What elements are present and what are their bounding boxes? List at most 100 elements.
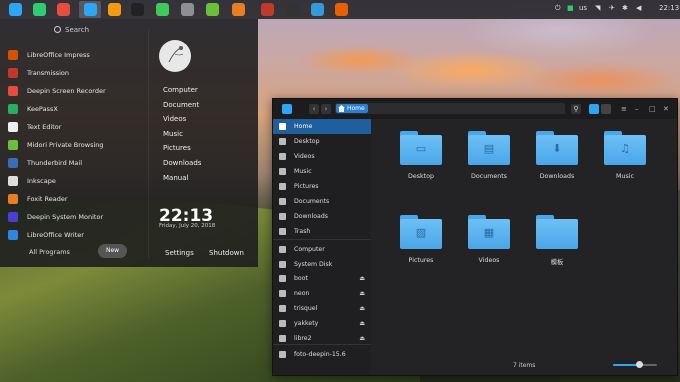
zoom-slider-handle[interactable] — [635, 361, 643, 368]
sidebar-item-label: Documents — [294, 198, 330, 205]
sidebar-item-music[interactable]: Music — [273, 164, 371, 179]
folder-item[interactable]: ⬇ Downloads — [531, 131, 583, 180]
app-icon — [8, 86, 18, 96]
file-manager-dock-icon[interactable] — [84, 3, 97, 16]
folder-glyph-icon — [550, 227, 564, 239]
vm-icon[interactable] — [311, 3, 324, 16]
shutdown-button[interactable]: Shutdown — [209, 249, 244, 257]
forward-button[interactable]: › — [321, 104, 331, 114]
eject-icon[interactable]: ⏏ — [359, 320, 365, 327]
search-button[interactable]: ⚲ — [571, 104, 581, 114]
zoom-slider[interactable] — [613, 361, 657, 368]
folder-icon: ⬇ — [536, 131, 578, 165]
launcher-app-item[interactable]: Transmission — [8, 64, 148, 82]
search-input[interactable]: Search — [54, 26, 89, 34]
folder-item[interactable]: ▭ Desktop — [395, 131, 447, 180]
firefox-icon[interactable] — [335, 3, 348, 16]
screenshot-icon[interactable] — [57, 3, 70, 16]
sidebar-item-downloads[interactable]: Downloads — [273, 209, 371, 224]
place-computer[interactable]: Computer — [163, 86, 201, 101]
launcher-icon[interactable] — [9, 3, 22, 16]
app-icon — [8, 122, 18, 132]
folder-glyph-icon: ▦ — [483, 226, 495, 239]
volume-icon[interactable]: ◀ — [636, 4, 641, 12]
new-button[interactable]: New — [98, 244, 127, 258]
address-bar[interactable]: Home — [335, 103, 565, 114]
archive-icon[interactable] — [108, 3, 121, 16]
sidebar-item-icon — [279, 228, 286, 235]
launcher-app-item[interactable]: LibreOffice Impress — [8, 46, 148, 64]
app-icon — [8, 68, 18, 78]
midori-icon[interactable] — [206, 3, 219, 16]
icon-view-button[interactable] — [589, 104, 599, 114]
sidebar-item-yakkety[interactable]: yakkety ⏏ — [273, 316, 371, 331]
list-view-button[interactable] — [601, 104, 611, 114]
settings-button[interactable]: Settings — [165, 249, 194, 257]
sidebar-item-computer[interactable]: Computer — [273, 242, 371, 257]
back-button[interactable]: ‹ — [309, 104, 319, 114]
app-store-icon[interactable] — [261, 3, 274, 16]
settings-gear-icon[interactable] — [181, 3, 194, 16]
folder-item[interactable]: ▤ Documents — [463, 131, 515, 180]
sidebar-item-documents[interactable]: Documents — [273, 194, 371, 209]
sidebar-item-boot[interactable]: boot ⏏ — [273, 271, 371, 286]
folder-item[interactable]: ▦ Videos — [463, 215, 515, 264]
folder-item[interactable]: 模板 — [531, 215, 583, 266]
place-videos[interactable]: Videos — [163, 115, 201, 130]
folder-item[interactable]: ♫ Music — [599, 131, 651, 180]
system-monitor-icon[interactable] — [156, 3, 169, 16]
maximize-button[interactable]: □ — [649, 105, 656, 113]
eject-icon[interactable]: ⏏ — [359, 275, 365, 282]
keyboard-status-icon[interactable]: ■ — [567, 4, 574, 12]
sidebar-item-system-disk[interactable]: System Disk — [273, 257, 371, 272]
sidebar-item-label: trisquel — [294, 305, 318, 312]
multitask-icon[interactable] — [33, 3, 46, 16]
sidebar-item-trisquel[interactable]: trisquel ⏏ — [273, 301, 371, 316]
sidebar-item-pictures[interactable]: Pictures — [273, 179, 371, 194]
launcher-app-item[interactable]: Thunderbird Mail — [8, 154, 148, 172]
sidebar-item-neon[interactable]: neon ⏏ — [273, 286, 371, 301]
avatar[interactable] — [159, 40, 191, 72]
sidebar-item-icon — [279, 168, 286, 175]
dock-clock[interactable]: 22:13 — [659, 4, 679, 12]
launcher-app-item[interactable]: Inkscape — [8, 172, 148, 190]
all-programs-button[interactable]: All Programs — [29, 248, 70, 256]
minimize-button[interactable]: – — [635, 105, 639, 113]
sidebar-item-trash[interactable]: Trash — [273, 224, 371, 239]
folder-icon: ▭ — [400, 131, 442, 165]
folder-item[interactable]: ▨ Pictures — [395, 215, 447, 264]
terminal-icon[interactable] — [131, 3, 144, 16]
launcher-app-item[interactable]: KeePassX — [8, 100, 148, 118]
place-pictures[interactable]: Pictures — [163, 144, 201, 159]
eject-icon[interactable]: ⏏ — [359, 335, 365, 342]
launcher-app-item[interactable]: Deepin System Monitor — [8, 208, 148, 226]
close-button[interactable]: ✕ — [663, 105, 669, 113]
sidebar-item-icon — [279, 213, 286, 220]
wifi-icon[interactable]: ◥ — [595, 4, 600, 12]
launcher-app-item[interactable]: Midori Private Browsing — [8, 136, 148, 154]
power-icon[interactable]: ⏻ — [555, 4, 561, 13]
keyboard-layout[interactable]: us — [579, 4, 587, 12]
launcher-app-item[interactable]: LibreOffice Writer — [8, 226, 148, 244]
document-viewer-icon[interactable] — [232, 3, 245, 16]
bluetooth-icon[interactable]: ✱ — [622, 4, 628, 12]
sidebar-item-foto-deepin-15-6[interactable]: foto-deepin-15.6 — [273, 347, 371, 362]
sidebar-item-home[interactable]: Home — [273, 119, 371, 134]
eject-icon[interactable]: ⏏ — [359, 305, 365, 312]
menu-icon[interactable]: ≡ — [621, 105, 627, 113]
place-manual[interactable]: Manual — [163, 174, 201, 189]
notification-icon[interactable]: ✈ — [609, 4, 615, 12]
launcher-app-item[interactable]: Deepin Screen Recorder — [8, 82, 148, 100]
eject-icon[interactable]: ⏏ — [359, 290, 365, 297]
launcher-app-item[interactable]: Text Editor — [8, 118, 148, 136]
sidebar-item-libre2[interactable]: libre2 ⏏ — [273, 331, 371, 346]
sidebar-item-desktop[interactable]: Desktop — [273, 134, 371, 149]
remote-icon[interactable] — [287, 3, 300, 16]
place-document[interactable]: Document — [163, 101, 201, 116]
sidebar-item-videos[interactable]: Videos — [273, 149, 371, 164]
folder-label: Music — [616, 173, 634, 180]
place-music[interactable]: Music — [163, 130, 201, 145]
launcher-app-item[interactable]: Foxit Reader — [8, 190, 148, 208]
place-downloads[interactable]: Downloads — [163, 159, 201, 174]
breadcrumb[interactable]: Home — [336, 104, 368, 113]
